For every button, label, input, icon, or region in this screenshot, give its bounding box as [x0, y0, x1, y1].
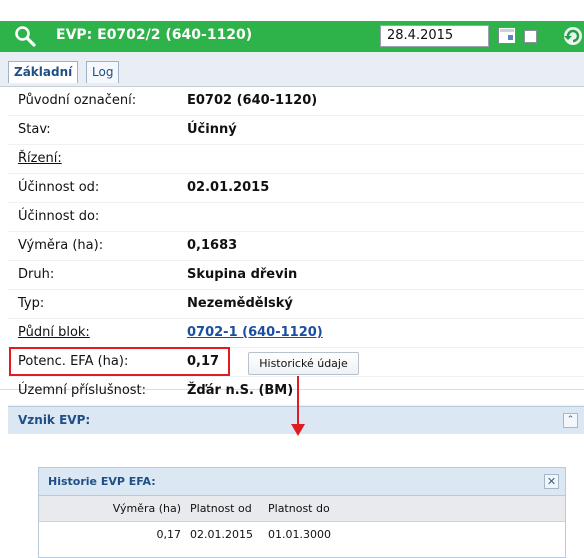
field-row: Původní označení: E0702 (640-1120) [8, 87, 584, 116]
date-input[interactable]: 28.4.2015 [380, 25, 489, 47]
field-value: Skupina dřevin [187, 267, 298, 282]
field-row: Řízení: [8, 145, 584, 174]
search-icon[interactable] [14, 25, 36, 47]
field-label: Účinnost do: [18, 209, 100, 224]
field-value: E0702 (640-1120) [187, 93, 318, 108]
field-label: Typ: [18, 296, 45, 311]
column-header[interactable]: Platnost do [268, 502, 348, 515]
historical-data-button[interactable]: Historické údaje [248, 352, 359, 375]
column-header[interactable]: Platnost od [190, 502, 270, 515]
field-label: Výměra (ha): [18, 238, 104, 253]
field-row: Typ: Nezemědělský [8, 290, 584, 319]
tab-zakladni[interactable]: Základní [8, 61, 79, 83]
field-row: Stav: Účinný [8, 116, 584, 145]
field-row: Účinnost od: 02.01.2015 [8, 174, 584, 203]
evp-detail-panel: EVP: E0702/2 (640-1120) 28.4.2015 Základ… [0, 0, 584, 406]
table-cell: 01.01.3000 [268, 528, 331, 541]
table-cell: 0,17 [156, 528, 182, 541]
field-label: Stav: [18, 122, 51, 137]
field-value-link[interactable]: 0702-1 (640-1120) [187, 325, 323, 340]
section-title: Vznik EVP: [18, 413, 91, 427]
table-cell: 02.01.2015 [190, 528, 253, 541]
field-value: Žďár n.S. (BM) [187, 383, 294, 398]
field-value: Účinný [187, 122, 237, 137]
panel-title: EVP: E0702/2 (640-1120) [56, 27, 253, 43]
arrow-line [297, 376, 299, 430]
field-value: 02.01.2015 [187, 180, 270, 195]
highlight-box [9, 347, 230, 376]
popup-header: Historie EVP EFA: ✕ [39, 468, 565, 496]
panel-header: EVP: E0702/2 (640-1120) 28.4.2015 [0, 21, 584, 52]
field-label: Účinnost od: [18, 180, 100, 195]
field-row: Územní příslušnost: Žďár n.S. (BM) [8, 377, 584, 406]
date-checkbox[interactable] [524, 30, 537, 43]
field-row: Výměra (ha): 0,1683 [8, 232, 584, 261]
table-row[interactable]: 0,17 02.01.2015 01.01.3000 [39, 522, 565, 546]
field-row: Účinnost do: [8, 203, 584, 232]
column-header[interactable]: Výměra (ha) [75, 502, 181, 515]
field-label-link[interactable]: Řízení: [18, 151, 62, 166]
field-value: Nezemědělský [187, 296, 293, 311]
field-label-link[interactable]: Půdní blok: [18, 325, 90, 340]
refresh-icon[interactable] [560, 24, 584, 48]
close-icon[interactable]: ✕ [544, 474, 559, 489]
field-label: Územní příslušnost: [18, 383, 147, 398]
chevron-up-icon[interactable]: ⌃ [563, 413, 578, 428]
field-label: Druh: [18, 267, 55, 282]
field-value: 0,1683 [187, 238, 238, 253]
field-label: Původní označení: [18, 93, 137, 108]
field-row: Druh: Skupina dřevin [8, 261, 584, 290]
popup-title: Historie EVP EFA: [48, 475, 156, 488]
tab-log[interactable]: Log [86, 61, 120, 83]
history-popup: Historie EVP EFA: ✕ Výměra (ha) Platnost… [38, 467, 566, 558]
calendar-icon[interactable] [498, 27, 516, 44]
arrow-head [291, 424, 305, 436]
tab-bar: Základní Log [0, 52, 584, 87]
field-row: Půdní blok: 0702-1 (640-1120) [8, 319, 584, 348]
grid-header: Výměra (ha) Platnost od Platnost do [39, 496, 565, 522]
